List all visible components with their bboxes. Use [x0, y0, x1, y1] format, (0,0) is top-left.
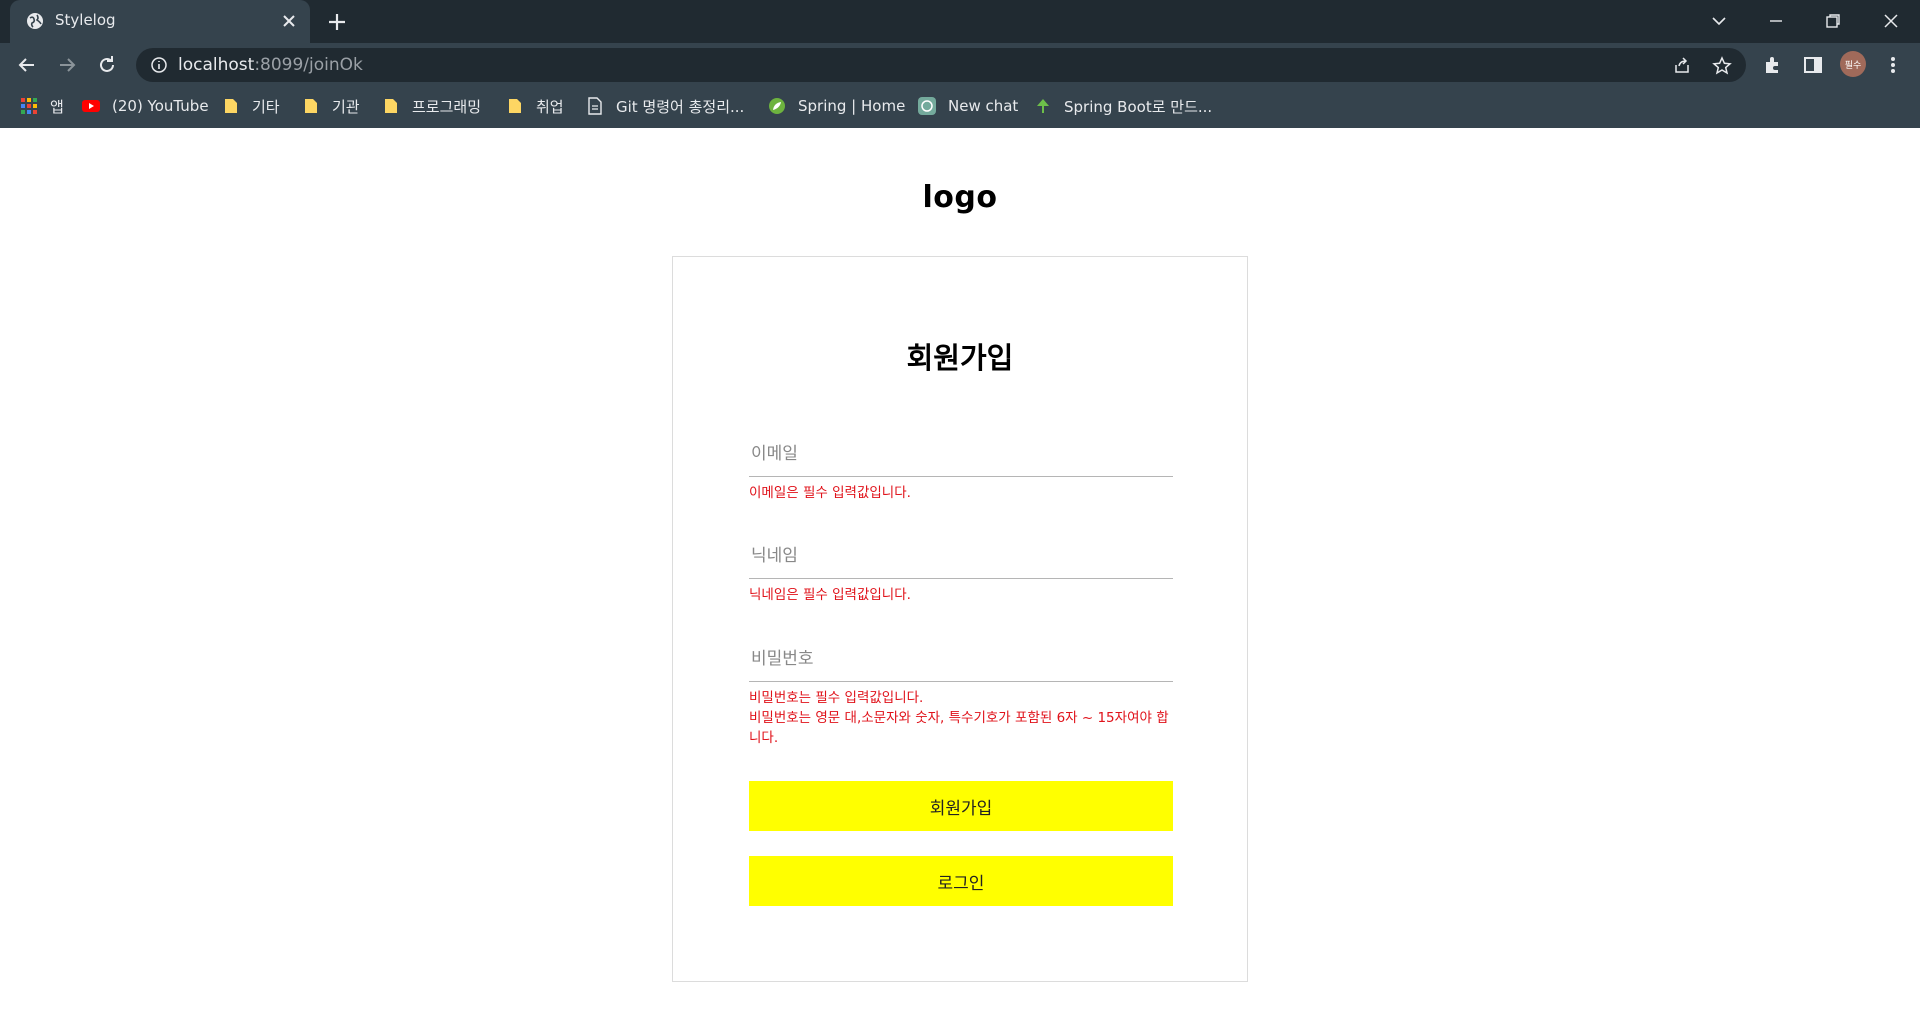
password-required-error: 비밀번호는 필수 입력값입니다.	[749, 690, 924, 706]
bookmark-spring-boot[interactable]: Spring Boot로 만드...	[1034, 95, 1212, 117]
menu-dots-icon[interactable]	[1882, 54, 1904, 76]
info-icon[interactable]	[150, 56, 168, 74]
email-error: 이메일은 필수 입력값입니다.	[749, 485, 911, 501]
chatgpt-icon	[918, 97, 936, 115]
folder-icon	[305, 99, 317, 113]
password-field-group: 비밀번호는 필수 입력값입니다. 비밀번호는 영문 대,소문자와 숫자, 특수기…	[749, 636, 1173, 748]
bookmark-apps[interactable]: 앱	[20, 95, 64, 117]
bookmark-folder-programming[interactable]: 프로그래밍	[382, 95, 481, 117]
url-text[interactable]: localhost:8099/joinOk	[178, 55, 363, 75]
bookmark-youtube[interactable]: (20) YouTube	[82, 95, 209, 117]
bookmarks-bar: 앱 (20) YouTube 기타 기관 프로그래밍 취업 Git 명령어 총정…	[0, 85, 1920, 128]
password-format-error: 비밀번호는 영문 대,소문자와 숫자, 특수기호가 포함된 6자 ~ 15자여야…	[749, 710, 1169, 746]
nickname-input[interactable]	[749, 533, 1173, 579]
document-icon	[588, 97, 602, 115]
bookmark-spring[interactable]: Spring | Home	[768, 95, 905, 117]
apps-grid-icon	[21, 98, 37, 114]
nickname-error: 닉네임은 필수 입력값입니다.	[749, 587, 911, 603]
browser-tab[interactable]: Stylelog	[10, 0, 310, 43]
reload-icon[interactable]	[96, 54, 118, 76]
folder-icon	[225, 99, 237, 113]
profile-avatar[interactable]: 필수	[1840, 51, 1866, 77]
back-arrow-icon[interactable]	[16, 54, 38, 76]
close-tab-icon[interactable]	[280, 12, 298, 30]
new-tab-icon[interactable]	[326, 11, 348, 33]
join-button[interactable]: 회원가입	[749, 781, 1173, 831]
folder-icon	[385, 99, 397, 113]
page-logo[interactable]: logo	[0, 180, 1920, 215]
tree-icon	[1037, 99, 1049, 113]
close-window-icon[interactable]	[1880, 10, 1902, 32]
restore-icon[interactable]	[1822, 10, 1844, 32]
bookmark-git[interactable]: Git 명령어 총정리...	[586, 95, 744, 117]
email-field-group: 이메일은 필수 입력값입니다.	[749, 431, 1173, 503]
minimize-icon[interactable]	[1765, 10, 1787, 32]
email-input[interactable]	[749, 431, 1173, 477]
bookmark-folder-etc[interactable]: 기타	[222, 95, 280, 117]
globe-icon	[27, 13, 43, 29]
bookmark-star-icon[interactable]	[1712, 56, 1732, 76]
bookmark-folder-org[interactable]: 기관	[302, 95, 360, 117]
address-bar[interactable]: localhost:8099/joinOk	[136, 48, 1746, 82]
login-button[interactable]: 로그인	[749, 856, 1173, 906]
password-input[interactable]	[749, 636, 1173, 682]
forward-arrow-icon[interactable]	[56, 54, 78, 76]
share-icon[interactable]	[1672, 56, 1692, 76]
browser-toolbar: localhost:8099/joinOk 필수	[0, 43, 1920, 85]
spring-leaf-icon	[769, 98, 785, 114]
signup-card: 회원가입 이메일은 필수 입력값입니다. 닉네임은 필수 입력값입니다. 비밀번…	[672, 256, 1248, 982]
tab-search-icon[interactable]	[1708, 10, 1730, 32]
bookmark-new-chat[interactable]: New chat	[918, 95, 1018, 117]
extensions-icon[interactable]	[1762, 54, 1784, 76]
folder-icon	[509, 99, 521, 113]
browser-titlebar: Stylelog	[0, 0, 1920, 43]
youtube-icon	[82, 100, 100, 112]
side-panel-icon[interactable]	[1802, 54, 1824, 76]
page-title: 회원가입	[906, 341, 1014, 375]
tab-title: Stylelog	[55, 11, 116, 29]
nickname-field-group: 닉네임은 필수 입력값입니다.	[749, 533, 1173, 605]
bookmark-folder-jobs[interactable]: 취업	[506, 95, 564, 117]
